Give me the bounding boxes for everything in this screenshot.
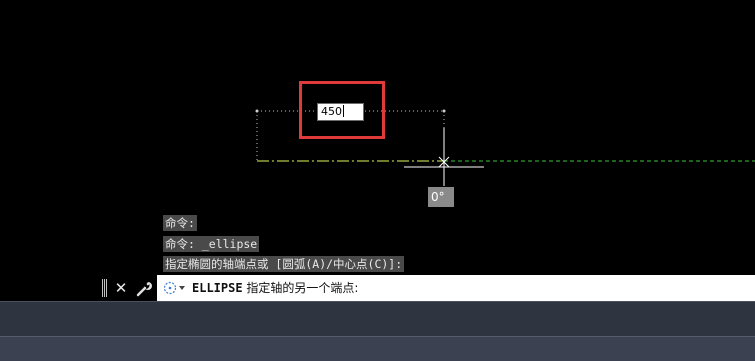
grip-point-right <box>442 109 446 113</box>
recent-commands-icon[interactable] <box>161 279 187 297</box>
drawing-graphics <box>255 109 755 186</box>
drawing-canvas[interactable]: 450 0° 命令: 命令: _ellipse 指定椭圆的轴端点或 [圆弧(A)… <box>0 0 755 300</box>
wrench-icon[interactable] <box>135 278 153 298</box>
angle-tooltip: 0° <box>428 187 454 207</box>
text-caret <box>343 105 344 117</box>
command-prompt: ELLIPSE 指定轴的另一个端点: <box>192 275 358 301</box>
dimension-value: 450 <box>321 105 342 118</box>
layout-tabs-bar <box>0 301 755 336</box>
close-icon[interactable]: ✕ <box>113 278 129 298</box>
status-bar <box>0 336 755 361</box>
dynamic-dimension-input[interactable]: 450 <box>317 103 364 121</box>
command-input[interactable]: ELLIPSE 指定轴的另一个端点: <box>157 275 755 301</box>
command-line-bar: ✕ ELLIPSE 指定轴的另一个端点: <box>100 275 755 301</box>
grip-icon[interactable] <box>102 279 108 297</box>
crosshair-cursor <box>404 128 484 186</box>
command-history-line: 指定椭圆的轴端点或 [圆弧(A)/中心点(C)]: <box>163 256 405 272</box>
grip-point-left <box>255 109 259 113</box>
command-history-line: 命令: <box>163 215 197 231</box>
command-prompt-text: 指定轴的另一个端点: <box>246 281 359 295</box>
command-history-line: 命令: _ellipse <box>163 236 260 252</box>
active-command-name: ELLIPSE <box>192 281 243 295</box>
